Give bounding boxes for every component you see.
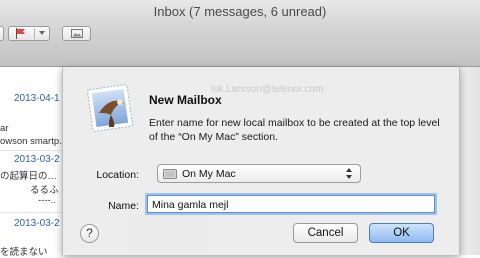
mail-app-icon <box>87 84 133 132</box>
window-title: Inbox (7 messages, 6 unread) <box>153 4 327 19</box>
toolbar-button-partial[interactable] <box>0 26 4 41</box>
new-mailbox-sheet: lsk.Larsson@telenor.com New Mailbox Ente… <box>62 67 460 255</box>
message-list[interactable]: 2013-04-1 ar owson smartp... 2013-03-2 の… <box>0 67 63 258</box>
list-item[interactable]: 2013-04-1 <box>0 93 62 104</box>
name-label: Name: <box>108 200 139 212</box>
popup-arrows-icon <box>346 168 352 179</box>
list-item[interactable]: 2013-03-2 <box>0 218 62 229</box>
dialog-description: Enter name for new local mailbox to be c… <box>149 117 440 143</box>
folder-icon <box>163 169 177 179</box>
list-divider <box>0 150 62 151</box>
window-edge <box>460 67 480 255</box>
location-popup[interactable]: On My Mac <box>157 164 361 183</box>
button-separator <box>34 28 35 39</box>
flag-button[interactable] <box>8 26 50 41</box>
chevron-down-icon <box>39 31 45 35</box>
photo-browser-icon <box>71 29 83 38</box>
ok-button[interactable]: OK <box>369 223 434 243</box>
message-snippet: owson smartp... <box>0 136 62 147</box>
toolbar <box>0 24 480 67</box>
message-date: 2013-03-2 <box>14 154 60 165</box>
cancel-button[interactable]: Cancel <box>293 223 358 243</box>
dialog-title: New Mailbox <box>149 93 222 107</box>
message-snippet: ar <box>0 123 9 134</box>
flag-icon <box>16 28 25 39</box>
photo-browser-button[interactable] <box>62 26 91 41</box>
location-value: On My Mac <box>182 168 236 180</box>
list-divider <box>0 212 62 213</box>
background-sender-address: lsk.Larsson@telenor.com <box>211 84 324 95</box>
mailbox-name-input[interactable] <box>147 195 435 213</box>
location-label: Location: <box>96 169 139 181</box>
list-item[interactable]: 2013-03-2 <box>0 154 62 165</box>
help-button[interactable]: ? <box>80 224 99 243</box>
message-snippet: を読まない <box>0 247 48 258</box>
message-date: 2013-04-1 <box>14 93 60 104</box>
message-snippet: の起算日の… <box>0 171 58 182</box>
message-date: 2013-03-2 <box>14 218 60 229</box>
title-bar: Inbox (7 messages, 6 unread) <box>0 0 480 24</box>
